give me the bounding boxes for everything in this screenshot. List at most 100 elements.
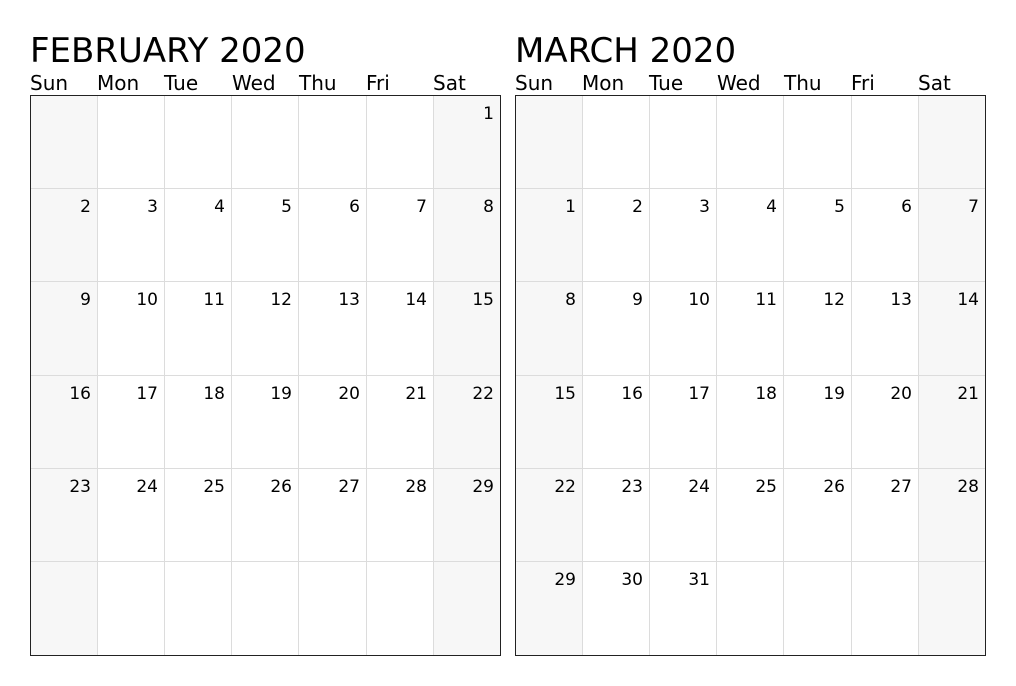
day-cell: 30	[583, 562, 650, 655]
day-number: 11	[203, 290, 225, 310]
day-number: 20	[890, 384, 912, 404]
day-number: 24	[136, 477, 158, 497]
day-number: 31	[688, 570, 710, 590]
day-cell: 28	[367, 469, 434, 562]
day-cell: 3	[650, 189, 717, 282]
day-cell: 25	[165, 469, 232, 562]
day-number: 8	[483, 197, 494, 217]
weekday-sat: Sat	[433, 71, 466, 95]
day-number: 17	[688, 384, 710, 404]
day-cell: 29	[434, 469, 500, 562]
day-cell: 23	[583, 469, 650, 562]
day-number: 27	[338, 477, 360, 497]
day-cell: 31	[650, 562, 717, 655]
day-cell: 10	[98, 282, 165, 376]
day-cell: 7	[367, 189, 434, 282]
day-cell: 10	[650, 282, 717, 376]
weekday-wed: Wed	[717, 71, 761, 95]
day-cell	[299, 562, 367, 655]
day-cell	[919, 96, 985, 189]
day-cell: 21	[367, 376, 434, 469]
day-number: 16	[69, 384, 91, 404]
day-cell	[31, 96, 98, 189]
day-number: 5	[834, 197, 845, 217]
month-title: FEBRUARY 2020	[30, 31, 306, 71]
day-number: 22	[554, 477, 576, 497]
day-cell: 15	[516, 376, 583, 469]
weekday-fri: Fri	[366, 71, 390, 95]
day-cell: 9	[31, 282, 98, 376]
day-number: 4	[766, 197, 777, 217]
day-number: 13	[890, 290, 912, 310]
day-number: 5	[281, 197, 292, 217]
day-cell: 8	[516, 282, 583, 376]
day-cell: 12	[784, 282, 852, 376]
day-number: 13	[338, 290, 360, 310]
month-grid: 1 2 3 4 5 6 7 8 9 10 11 12 13 14 15 16 17 18 19 20 21 22 23 24 2…	[30, 95, 501, 656]
day-cell: 26	[232, 469, 299, 562]
weekday-fri: Fri	[851, 71, 875, 95]
day-number: 8	[565, 290, 576, 310]
day-number: 10	[688, 290, 710, 310]
weekday-thu: Thu	[299, 71, 337, 95]
weekday-tue: Tue	[649, 71, 684, 95]
day-number: 29	[472, 477, 494, 497]
day-cell: 22	[434, 376, 500, 469]
day-cell	[165, 562, 232, 655]
day-cell: 8	[434, 189, 500, 282]
day-number: 26	[823, 477, 845, 497]
day-cell: 28	[919, 469, 985, 562]
day-number: 15	[554, 384, 576, 404]
weekday-tue: Tue	[164, 71, 199, 95]
weekday-thu: Thu	[784, 71, 822, 95]
day-number: 30	[621, 570, 643, 590]
day-number: 27	[890, 477, 912, 497]
day-cell	[852, 96, 919, 189]
day-number: 12	[823, 290, 845, 310]
day-number: 9	[632, 290, 643, 310]
day-cell: 1	[516, 189, 583, 282]
day-number: 25	[203, 477, 225, 497]
weekday-sun: Sun	[30, 71, 69, 95]
day-number: 18	[203, 384, 225, 404]
day-number: 22	[472, 384, 494, 404]
day-cell: 16	[31, 376, 98, 469]
day-cell	[434, 562, 500, 655]
day-cell: 18	[717, 376, 784, 469]
day-cell: 27	[852, 469, 919, 562]
day-number: 23	[69, 477, 91, 497]
day-cell: 29	[516, 562, 583, 655]
day-number: 3	[699, 197, 710, 217]
weekday-wed: Wed	[232, 71, 276, 95]
day-cell: 5	[784, 189, 852, 282]
day-cell	[299, 96, 367, 189]
day-cell: 17	[98, 376, 165, 469]
day-cell: 16	[583, 376, 650, 469]
calendar-february-2020: FEBRUARY 2020 Sun Mon Tue Wed Thu Fri Sat 1234…	[29, 0, 501, 686]
day-number: 11	[755, 290, 777, 310]
weekday-sat: Sat	[918, 71, 951, 95]
day-cell: 13	[852, 282, 919, 376]
day-cell: 25	[717, 469, 784, 562]
day-cell: 4	[717, 189, 784, 282]
day-number: 23	[621, 477, 643, 497]
day-number: 21	[957, 384, 979, 404]
day-number: 2	[632, 197, 643, 217]
day-number: 21	[405, 384, 427, 404]
month-title: MARCH 2020	[515, 31, 737, 71]
day-cell: 24	[98, 469, 165, 562]
day-number: 24	[688, 477, 710, 497]
day-number: 1	[483, 104, 494, 124]
day-cell: 5	[232, 189, 299, 282]
day-number: 14	[405, 290, 427, 310]
day-cell: 4	[165, 189, 232, 282]
day-number: 16	[621, 384, 643, 404]
day-cell	[650, 96, 717, 189]
day-cell: 22	[516, 469, 583, 562]
day-cell: 11	[717, 282, 784, 376]
weekday-sun: Sun	[515, 71, 554, 95]
day-cell: 14	[367, 282, 434, 376]
day-cell	[367, 562, 434, 655]
day-cell: 6	[852, 189, 919, 282]
day-number: 7	[416, 197, 427, 217]
